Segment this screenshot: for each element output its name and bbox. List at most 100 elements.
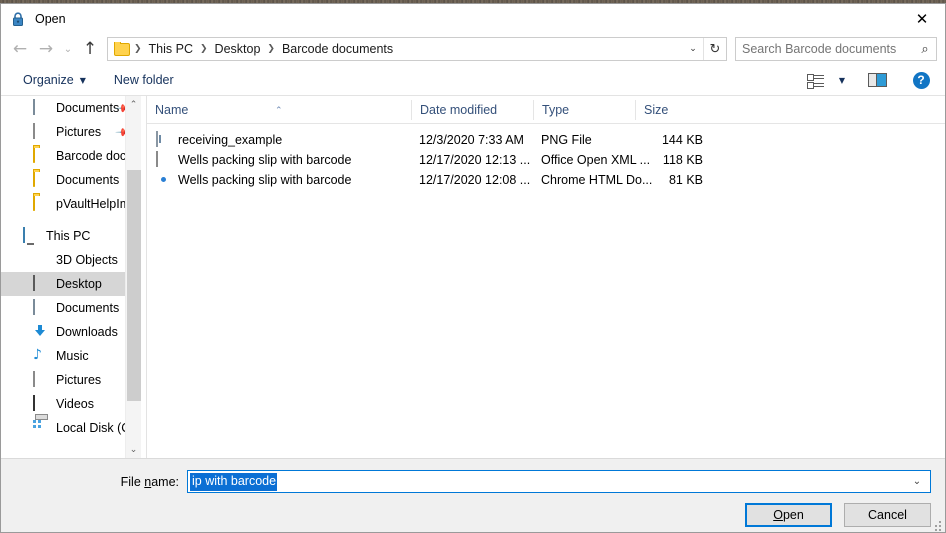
sidebar-item-3d-objects[interactable]: 3D Objects	[1, 248, 141, 272]
open-button[interactable]: Open	[745, 503, 832, 527]
sidebar-item-desktop[interactable]: Desktop	[1, 272, 141, 296]
view-dropdown-button[interactable]: ▼	[831, 68, 847, 92]
sidebar-item-pictures-quick[interactable]: Pictures 📌	[1, 120, 141, 144]
scrollbar-thumb[interactable]	[127, 170, 141, 401]
table-row[interactable]: Wells packing slip with barcode 12/17/20…	[147, 150, 945, 170]
file-name-cell: Wells packing slip with barcode	[147, 151, 411, 168]
filename-value[interactable]: ip with barcode	[190, 472, 278, 491]
preview-pane-icon	[867, 73, 887, 87]
dialog-body: Documents 📌 Pictures 📌 Barcode documu Do…	[1, 96, 945, 458]
chevron-down-icon[interactable]: ⌄	[904, 476, 930, 487]
sidebar-item-label: Documents	[56, 173, 120, 187]
help-button[interactable]: ?	[907, 68, 935, 92]
file-size-cell: 81 KB	[668, 173, 703, 187]
sidebar-item-local-disk-c[interactable]: Local Disk (C:)	[1, 416, 141, 440]
change-view-button[interactable]	[801, 68, 829, 92]
up-button[interactable]: ↑	[77, 36, 103, 62]
sidebar-item-documents-folder[interactable]: Documents	[1, 168, 141, 192]
window-title: Open	[35, 11, 66, 26]
file-type-cell: PNG File	[541, 133, 592, 147]
filename-label-pre: File	[120, 474, 145, 489]
column-header-type[interactable]: Type	[533, 99, 635, 120]
refresh-icon[interactable]: ↻	[703, 38, 726, 60]
breadcrumb-item-this-pc[interactable]: This PC	[146, 42, 196, 56]
folder-icon	[33, 147, 49, 164]
network-icon	[33, 444, 49, 458]
breadcrumb-item-barcode-documents[interactable]: Barcode documents	[279, 42, 396, 56]
open-button-label: pen	[782, 508, 804, 522]
file-name-label: Wells packing slip with barcode	[178, 173, 352, 187]
file-type-cell: Chrome HTML Do...	[541, 173, 653, 187]
navigation-bar: ← → ⌄ ↑ ❯ This PC ❯ Desktop ❯ Barcode do…	[1, 33, 945, 65]
new-folder-button[interactable]: New folder	[106, 69, 182, 91]
back-button[interactable]: ←	[7, 36, 33, 62]
cancel-button[interactable]: Cancel	[844, 503, 931, 527]
scroll-down-icon[interactable]: ⌄	[126, 441, 141, 458]
search-input[interactable]	[736, 41, 914, 57]
column-header-name-label: Name	[155, 102, 189, 117]
folder-icon	[33, 195, 49, 212]
music-icon: ♪	[33, 347, 42, 363]
title-bar: Open ✕	[1, 4, 945, 33]
sidebar-item-documents-quick[interactable]: Documents 📌	[1, 96, 141, 120]
sidebar-item-network[interactable]	[1, 440, 141, 458]
disk-icon	[33, 420, 49, 436]
resize-grip[interactable]	[932, 521, 942, 531]
file-list-pane: Name ⌃ Date modified Type Size receiving…	[147, 96, 945, 458]
open-file-dialog: Open ✕ ← → ⌄ ↑ ❯ This PC ❯ Desktop ❯ Bar…	[0, 3, 946, 533]
sidebar-item-this-pc[interactable]: This PC	[1, 224, 141, 248]
chevron-down-icon[interactable]: ⌄	[683, 38, 703, 60]
3d-objects-icon	[33, 252, 49, 268]
search-box[interactable]: ⌕	[735, 37, 937, 61]
sidebar-item-pictures[interactable]: Pictures	[1, 368, 141, 392]
new-folder-label: New folder	[113, 73, 174, 87]
column-header-size[interactable]: Size	[635, 99, 715, 120]
close-icon[interactable]: ✕	[899, 4, 945, 33]
search-icon[interactable]: ⌕	[914, 42, 936, 57]
address-bar[interactable]: ❯ This PC ❯ Desktop ❯ Barcode documents …	[107, 37, 727, 61]
filename-label: File name:	[1, 475, 187, 489]
navigation-pane-list: Documents 📌 Pictures 📌 Barcode documu Do…	[1, 96, 141, 458]
picture-icon	[33, 123, 49, 140]
sidebar-item-label: Music	[56, 349, 89, 363]
column-header-name[interactable]: Name ⌃	[147, 100, 411, 120]
sidebar-item-documents[interactable]: Documents	[1, 296, 141, 320]
sidebar-item-downloads[interactable]: Downloads	[1, 320, 141, 344]
sidebar-scrollbar[interactable]: ⌃ ⌄	[125, 96, 141, 458]
preview-pane-button[interactable]	[863, 68, 891, 92]
breadcrumb-separator-0: ❯	[134, 44, 142, 54]
list-view-icon	[806, 73, 824, 89]
help-icon: ?	[912, 71, 930, 89]
sidebar-item-label: Pictures	[56, 373, 102, 387]
file-name-cell: receiving_example	[147, 131, 411, 148]
desktop-icon	[33, 275, 49, 292]
sidebar-item-label: Downloads	[56, 325, 118, 339]
sidebar-item-pvaulthelpimages[interactable]: pVaultHelpImag	[1, 192, 141, 216]
file-date-cell: 12/17/2020 12:13 ...	[419, 153, 531, 167]
sidebar-item-music[interactable]: ♪ Music	[1, 344, 141, 368]
breadcrumb-item-desktop[interactable]: Desktop	[212, 42, 264, 56]
sidebar-item-videos[interactable]: Videos	[1, 392, 141, 416]
column-header-date-modified[interactable]: Date modified	[411, 99, 533, 120]
breadcrumb-separator-2: ❯	[267, 44, 275, 54]
png-file-icon	[156, 131, 170, 148]
file-size-cell: 118 KB	[662, 153, 703, 167]
breadcrumb: ❯ This PC ❯ Desktop ❯ Barcode documents	[108, 42, 683, 56]
this-pc-icon	[23, 227, 39, 244]
sidebar-item-label: Pictures	[56, 125, 102, 139]
table-row[interactable]: receiving_example 12/3/2020 7:33 AM PNG …	[147, 130, 945, 150]
file-date-cell: 12/3/2020 7:33 AM	[419, 133, 524, 147]
dialog-buttons: Open Cancel	[745, 503, 931, 527]
scroll-up-icon[interactable]: ⌃	[126, 96, 141, 113]
file-name-label: receiving_example	[178, 133, 283, 147]
chevron-down-icon: ▼	[838, 75, 846, 85]
recent-locations-button[interactable]: ⌄	[59, 36, 77, 62]
organize-button[interactable]: Organize ▼	[15, 69, 94, 91]
chevron-down-icon: ▼	[79, 75, 86, 85]
sidebar-item-barcode-documents[interactable]: Barcode documu	[1, 144, 141, 168]
sidebar-item-label: Desktop	[56, 277, 102, 291]
filename-input[interactable]: ip with barcode ⌄	[187, 470, 931, 493]
file-date-cell: 12/17/2020 12:08 ...	[419, 173, 531, 187]
table-row[interactable]: Wells packing slip with barcode 12/17/20…	[147, 170, 945, 190]
forward-button[interactable]: →	[33, 36, 59, 62]
